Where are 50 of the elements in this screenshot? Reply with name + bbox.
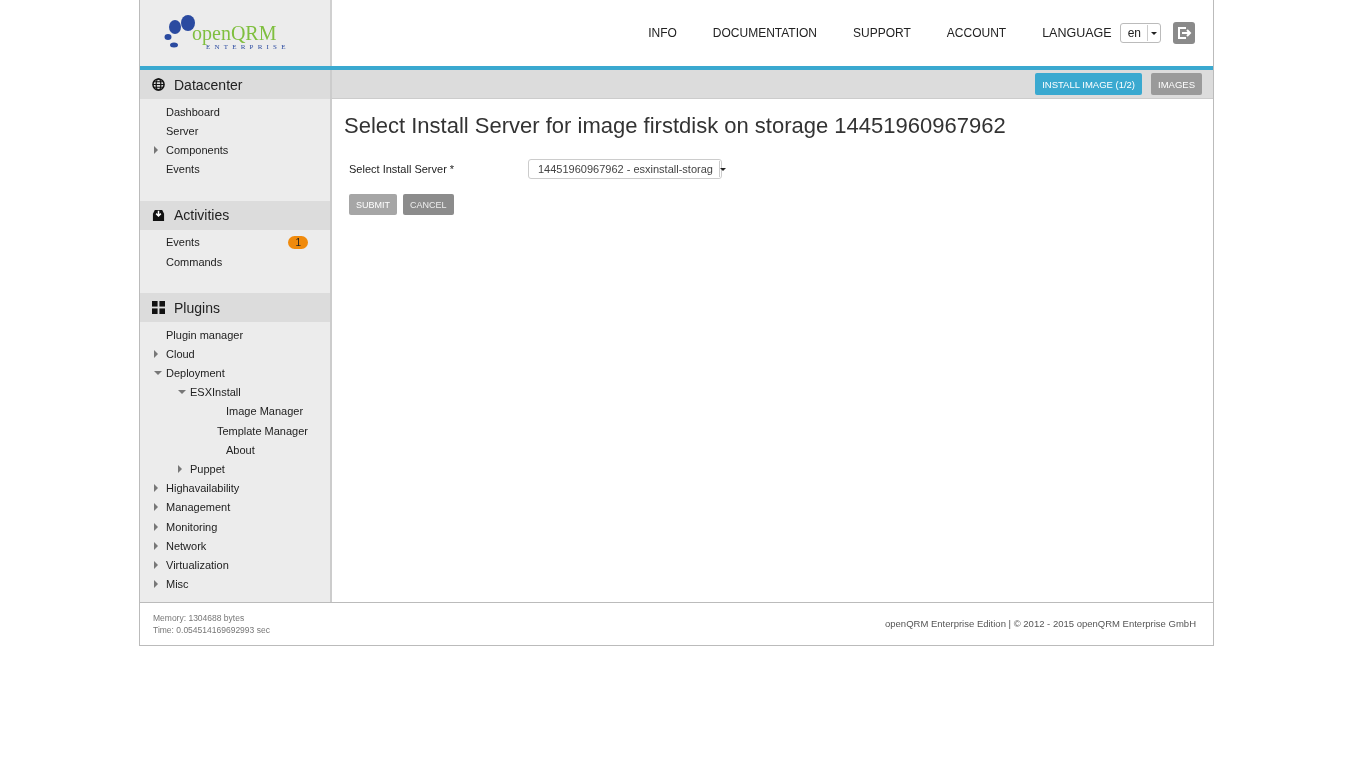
- collapsed-triangle-icon[interactable]: [154, 560, 158, 569]
- sidebar-item[interactable]: ESXInstall: [190, 386, 241, 399]
- collapsed-triangle-icon[interactable]: [154, 349, 158, 358]
- page-title: Select Install Server for image firstdisk on storage 14451960967962: [344, 113, 1007, 139]
- section-title: Plugins: [174, 299, 220, 316]
- sidebar-item[interactable]: Image Manager: [226, 405, 304, 418]
- collapsed-triangle-icon[interactable]: [154, 484, 158, 493]
- globe-icon: [152, 78, 165, 91]
- sidebar-item[interactable]: Misc: [166, 578, 189, 591]
- sidebar-item[interactable]: Components: [166, 143, 229, 156]
- sidebar-item[interactable]: Dashboard: [166, 105, 220, 118]
- sidebar-item[interactable]: About: [226, 443, 255, 456]
- inbox-icon: [152, 208, 165, 222]
- sidebar-item[interactable]: Server: [166, 124, 199, 137]
- expanded-triangle-icon[interactable]: [178, 390, 186, 395]
- sidebar-item[interactable]: Events: [166, 236, 200, 249]
- nav-link[interactable]: ACCOUNT: [946, 26, 1007, 40]
- nav-link[interactable]: SUPPORT: [853, 26, 911, 40]
- sidebar-item[interactable]: Cloud: [166, 347, 195, 360]
- sidebar-item[interactable]: Plugin manager: [166, 328, 244, 341]
- sidebar-item[interactable]: Network: [166, 539, 207, 552]
- collapsed-triangle-icon[interactable]: [154, 522, 158, 531]
- count-badge: 1: [288, 235, 308, 249]
- sidebar-item[interactable]: Events: [166, 163, 200, 176]
- collapsed-triangle-icon[interactable]: [178, 465, 182, 474]
- memory-stat: Memory: 1304688 bytes: [153, 611, 246, 624]
- nav-link[interactable]: DOCUMENTATION: [712, 26, 818, 40]
- collapsed-triangle-icon[interactable]: [154, 145, 158, 154]
- sidebar-item[interactable]: Template Manager: [216, 424, 308, 437]
- collapsed-triangle-icon[interactable]: [154, 541, 158, 550]
- language-label: LANGUAGE: [1042, 26, 1112, 40]
- sidebar-item[interactable]: Monitoring: [166, 520, 218, 533]
- collapsed-triangle-icon[interactable]: [154, 503, 158, 512]
- logout-icon[interactable]: [1173, 22, 1195, 44]
- section-title: Datacenter: [174, 76, 243, 93]
- sidebar-item[interactable]: Highavailability: [166, 482, 240, 495]
- grid-icon: [152, 301, 165, 315]
- collapsed-triangle-icon[interactable]: [154, 580, 158, 589]
- expanded-triangle-icon[interactable]: [154, 371, 162, 376]
- sidebar-item[interactable]: Management: [166, 501, 231, 514]
- sidebar-item[interactable]: Commands: [166, 255, 223, 268]
- copyright-text: openQRM Enterprise Edition | © 2012 - 2015 openQRM Enterprise GmbH: [885, 618, 1196, 630]
- field-label: Select Install Server *: [349, 163, 456, 175]
- sidebar-item[interactable]: Deployment: [166, 367, 225, 380]
- time-stat: Time: 0.054514169692993 sec: [153, 623, 270, 636]
- sidebar-item[interactable]: Puppet: [190, 463, 225, 476]
- section-title: Activities: [174, 207, 230, 224]
- sidebar-item[interactable]: Virtualization: [166, 558, 229, 571]
- language-select[interactable]: en: [1119, 23, 1161, 43]
- nav-link[interactable]: INFO: [648, 26, 677, 40]
